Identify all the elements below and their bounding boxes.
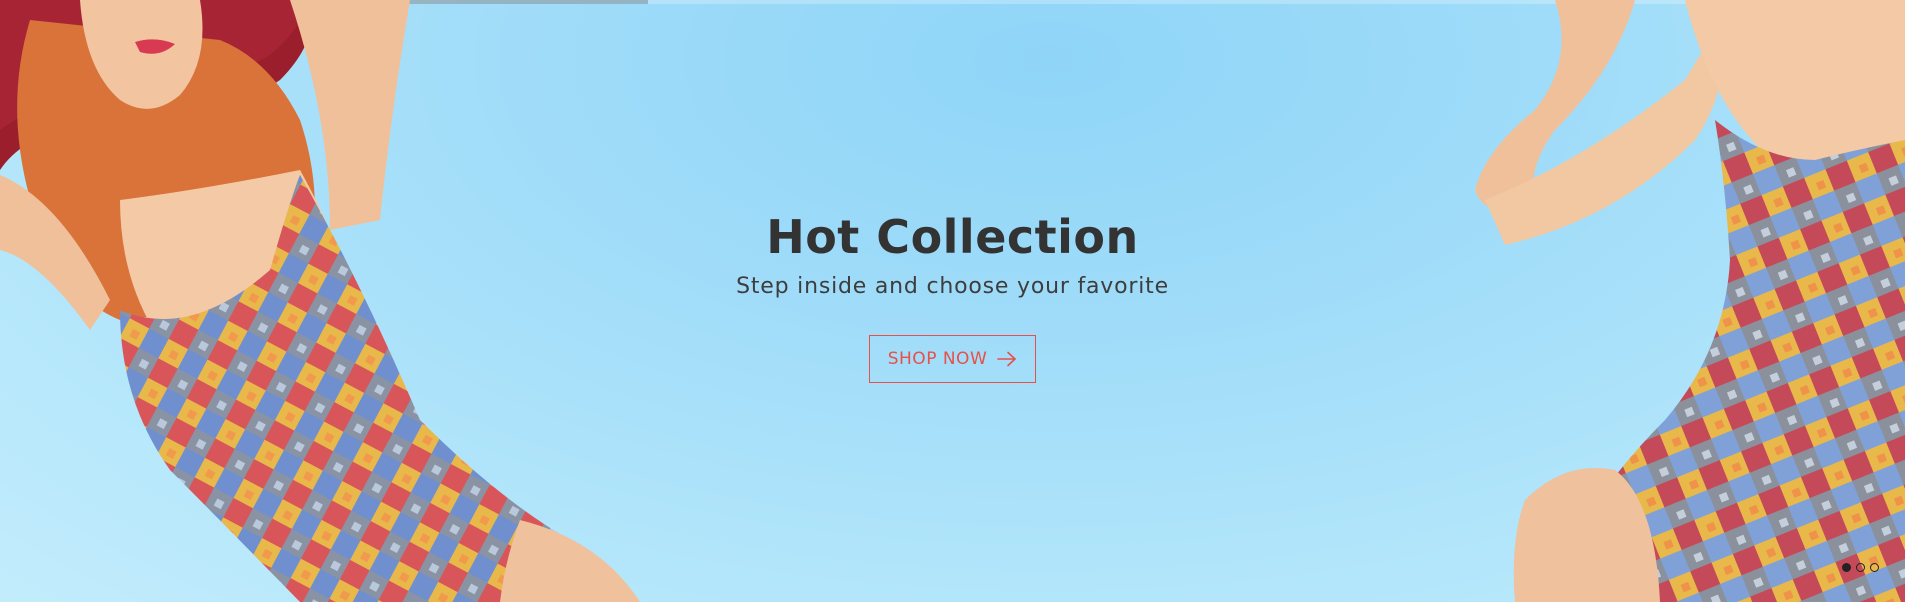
slide-dot-1[interactable]	[1842, 563, 1851, 572]
slide-pagination	[1842, 563, 1879, 572]
slide-dot-2[interactable]	[1856, 563, 1865, 572]
shop-now-label: SHOP NOW	[887, 349, 988, 369]
hero-title: Hot Collection	[766, 210, 1139, 264]
hero-content: Hot Collection Step inside and choose yo…	[0, 208, 1905, 383]
shop-now-button[interactable]: SHOP NOW	[868, 335, 1037, 383]
hero-subtitle: Step inside and choose your favorite	[736, 274, 1169, 299]
slide-dot-3[interactable]	[1870, 563, 1879, 572]
hero-slider: Hot Collection Step inside and choose yo…	[0, 0, 1905, 602]
arrow-right-icon	[997, 351, 1017, 367]
